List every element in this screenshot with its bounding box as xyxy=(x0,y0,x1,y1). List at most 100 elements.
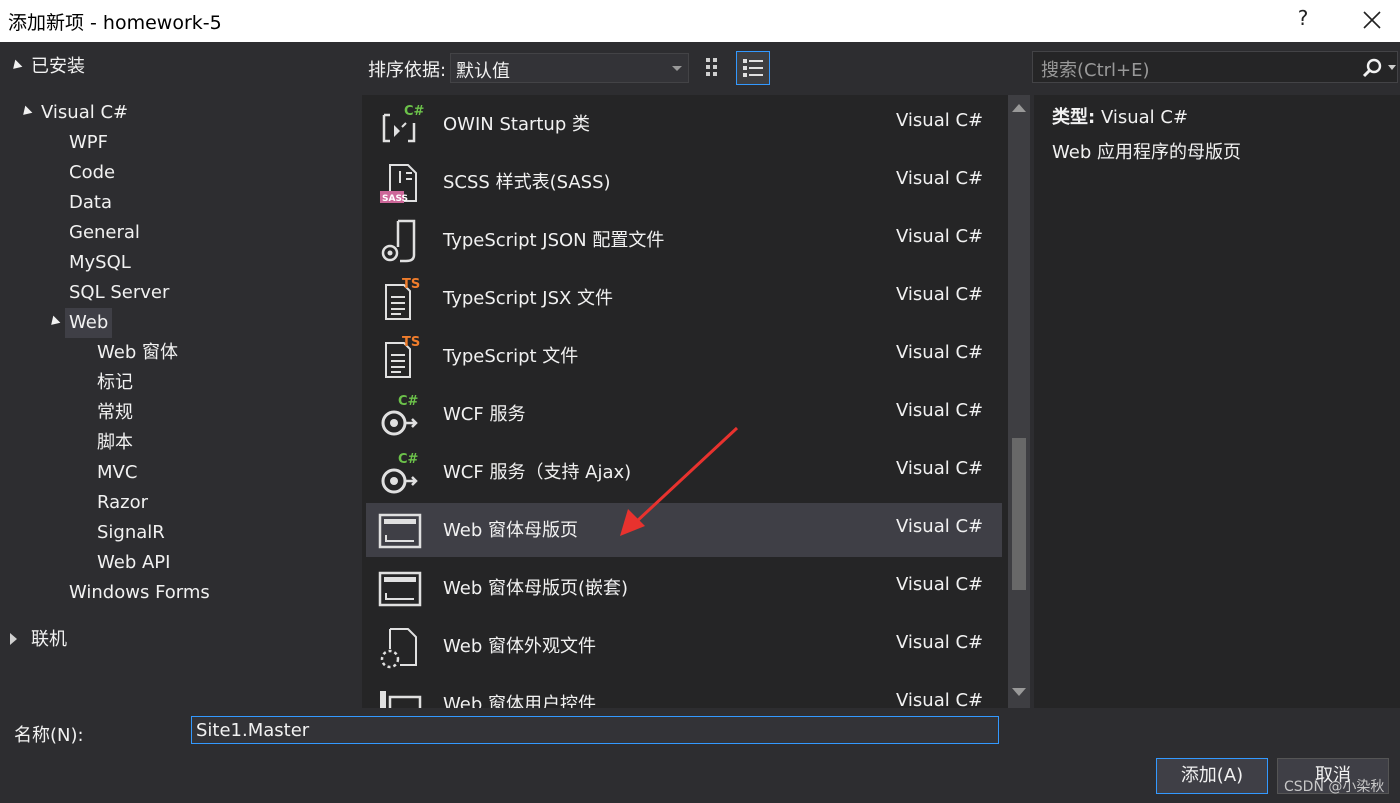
tree-item-label: General xyxy=(69,222,140,243)
template-item-wcf-service[interactable]: C# WCF 服务 Visual C# xyxy=(366,387,1002,441)
template-name: Web 窗体母版页(嵌套) xyxy=(443,578,629,599)
tree-item-data[interactable]: Data xyxy=(69,188,112,218)
template-item-typescript-json-config[interactable]: TypeScript JSON 配置文件 Visual C# xyxy=(366,213,1002,267)
tree-item-online[interactable]: 联机 xyxy=(31,625,67,655)
list-view-icon xyxy=(743,59,763,77)
scroll-thumb[interactable] xyxy=(1012,438,1026,590)
grid-view-icon xyxy=(706,58,717,76)
tree-item-label: Data xyxy=(69,192,112,213)
template-language: Visual C# xyxy=(896,342,984,363)
name-field[interactable] xyxy=(191,716,999,744)
wcf-ajax-service-icon: C# xyxy=(381,452,419,494)
scroll-down-icon[interactable] xyxy=(1012,688,1026,696)
web-forms-user-control-icon xyxy=(380,691,422,708)
small-icons-view-button[interactable] xyxy=(698,51,732,85)
name-label: 名称(N): xyxy=(14,725,84,746)
tree-item-label: Code xyxy=(69,162,116,183)
template-language: Visual C# xyxy=(896,690,984,708)
list-view-button[interactable] xyxy=(736,51,770,85)
tree-item-web-forms[interactable]: Web 窗体 xyxy=(97,338,178,368)
svg-text:C#: C# xyxy=(398,452,419,467)
watermark: CSDN @小染秋 xyxy=(1284,779,1385,795)
template-item-owin-startup[interactable]: C# OWIN Startup 类 Visual C# xyxy=(366,97,1002,151)
template-language: Visual C# xyxy=(896,632,984,653)
template-item-web-forms-skin-file[interactable]: Web 窗体外观文件 Visual C# xyxy=(366,619,1002,673)
web-forms-skin-file-icon xyxy=(380,628,417,669)
expand-visual-csharp-icon[interactable] xyxy=(19,105,33,119)
tree-item-label: Web API xyxy=(97,552,171,573)
template-name: WCF 服务（支持 Ajax) xyxy=(443,462,632,483)
wcf-service-icon: C# xyxy=(381,394,419,436)
expand-installed-icon[interactable] xyxy=(9,59,23,73)
tree-item-label: Razor xyxy=(97,492,149,513)
template-item-scss[interactable]: SASS SCSS 样式表(SASS) Visual C# xyxy=(366,155,1002,209)
template-item-wcf-ajax-service[interactable]: C# WCF 服务（支持 Ajax) Visual C# xyxy=(366,445,1002,499)
template-name: TypeScript JSON 配置文件 xyxy=(443,230,665,251)
svg-text:TS: TS xyxy=(402,335,420,350)
expand-online-icon[interactable] xyxy=(10,633,17,645)
template-item-typescript[interactable]: TS TypeScript 文件 Visual C# xyxy=(366,329,1002,383)
tree-item-label: MVC xyxy=(97,462,138,483)
sort-dropdown[interactable]: 默认值 xyxy=(450,53,689,83)
tree-item-label: 常规 xyxy=(97,402,133,423)
tree-item-label: SQL Server xyxy=(69,282,170,303)
tree-item-label: MySQL xyxy=(69,252,131,273)
template-item-web-forms-master-page[interactable]: Web 窗体母版页 Visual C# xyxy=(366,503,1002,557)
template-name: Web 窗体母版页 xyxy=(443,520,578,541)
template-name: TypeScript 文件 xyxy=(443,346,579,367)
tree-item-wpf[interactable]: WPF xyxy=(69,128,108,158)
search-input[interactable]: 搜索(Ctrl+E) xyxy=(1041,56,1150,82)
tree-item-code[interactable]: Code xyxy=(69,158,115,188)
tree-item-label: 脚本 xyxy=(97,432,133,453)
tree-item-label: Visual C# xyxy=(41,102,129,123)
template-list: C# OWIN Startup 类 Visual C# SASS SCSS 样式… xyxy=(362,95,1008,708)
sort-label: 排序依据: xyxy=(368,60,447,81)
tree-item-label: 标记 xyxy=(97,372,133,393)
svg-text:C#: C# xyxy=(398,394,419,409)
scroll-up-icon[interactable] xyxy=(1012,104,1026,112)
template-language: Visual C# xyxy=(896,516,984,537)
tree-item-label: 已安装 xyxy=(31,56,85,77)
tree-item-label: WPF xyxy=(69,132,109,153)
search-box[interactable]: 搜索(Ctrl+E) xyxy=(1032,51,1398,83)
close-icon xyxy=(1363,11,1381,29)
tree-item-installed[interactable]: 已安装 xyxy=(31,52,85,82)
template-name: TypeScript JSX 文件 xyxy=(443,288,614,309)
tree-item-mysql[interactable]: MySQL xyxy=(69,248,131,278)
category-tree: 已安装 Visual C# WPF Code Data General MySQ… xyxy=(0,42,362,708)
tree-item-markup[interactable]: 标记 xyxy=(97,368,133,398)
svg-text:SASS: SASS xyxy=(382,194,408,204)
expand-web-icon[interactable] xyxy=(47,315,61,329)
add-button[interactable]: 添加(A) xyxy=(1156,758,1268,794)
tree-item-visual-csharp[interactable]: Visual C# xyxy=(41,98,128,128)
template-language: Visual C# xyxy=(896,458,984,479)
sort-value: 默认值 xyxy=(456,61,510,82)
tree-item-general-web[interactable]: 常规 xyxy=(97,398,133,428)
tree-item-web[interactable]: Web xyxy=(65,308,113,338)
tree-item-razor[interactable]: Razor xyxy=(97,488,148,518)
svg-text:TS: TS xyxy=(402,277,420,292)
search-icon[interactable] xyxy=(1361,58,1383,80)
close-button[interactable] xyxy=(1356,0,1390,40)
typescript-file-icon: TS xyxy=(385,335,420,378)
help-button[interactable]: ? xyxy=(1293,6,1313,30)
scss-file-icon: SASS xyxy=(380,164,417,204)
typescript-json-config-icon xyxy=(381,219,416,263)
template-list-scrollbar[interactable] xyxy=(1008,95,1030,708)
template-item-web-forms-nested-master-page[interactable]: Web 窗体母版页(嵌套) Visual C# xyxy=(366,561,1002,615)
tree-item-mvc[interactable]: MVC xyxy=(97,458,137,488)
tree-item-general[interactable]: General xyxy=(69,218,140,248)
tree-item-sql-server[interactable]: SQL Server xyxy=(69,278,169,308)
tree-item-signalr[interactable]: SignalR xyxy=(97,518,165,548)
owin-startup-icon: C# xyxy=(382,104,424,143)
svg-text:C#: C# xyxy=(404,104,424,119)
tree-item-script[interactable]: 脚本 xyxy=(97,428,133,458)
tree-item-web-api[interactable]: Web API xyxy=(97,548,170,578)
template-language: Visual C# xyxy=(896,226,984,247)
tree-item-windows-forms[interactable]: Windows Forms xyxy=(69,578,210,608)
template-description: Web 应用程序的母版页 xyxy=(1052,142,1241,163)
template-item-web-forms-user-control[interactable]: Web 窗体用户控件 Visual C# xyxy=(366,677,1002,708)
tree-item-label: Windows Forms xyxy=(69,582,210,603)
search-options-chevron-icon[interactable] xyxy=(1388,65,1396,70)
template-item-typescript-jsx[interactable]: TS TypeScript JSX 文件 Visual C# xyxy=(366,271,1002,325)
